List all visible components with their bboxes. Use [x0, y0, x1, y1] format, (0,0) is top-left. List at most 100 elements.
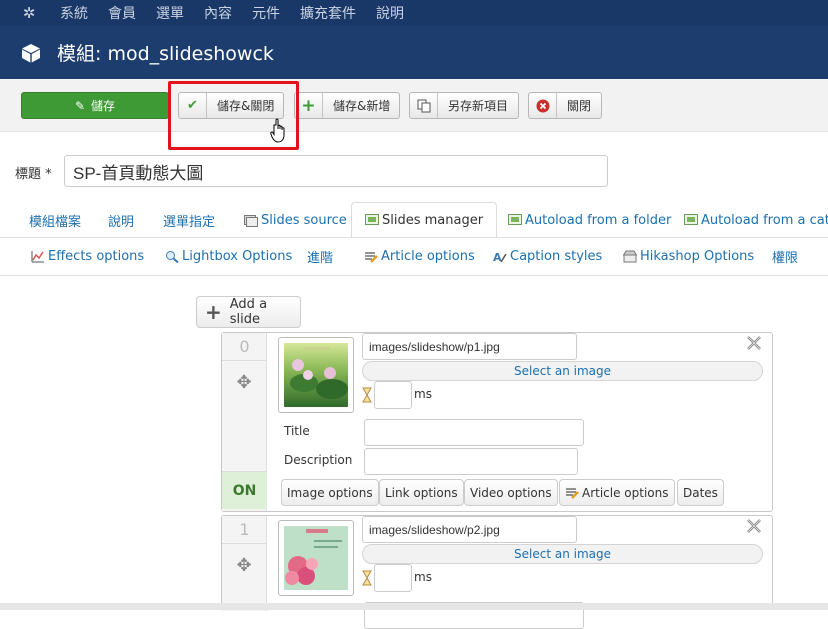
close-button[interactable]: 關閉	[528, 92, 602, 119]
hourglass-icon	[362, 570, 372, 586]
slide-title-label: Title	[284, 424, 310, 438]
plus-icon: +	[295, 93, 323, 118]
ms-label: ms	[414, 570, 432, 584]
close-circle-icon	[529, 93, 557, 118]
top-menu: 系統 會員 選單 內容 元件 擴充套件 說明	[60, 3, 424, 23]
slide-title-input[interactable]	[364, 419, 584, 446]
save-new-button[interactable]: + 儲存&新增	[294, 92, 400, 119]
tab-effects-options-label: Effects options	[48, 248, 145, 264]
image-options-button[interactable]: Image options	[281, 479, 379, 506]
select-image-button[interactable]: Select an image	[362, 361, 763, 381]
close-label: 關閉	[567, 99, 592, 113]
link-options-button[interactable]: Link options	[379, 479, 464, 506]
dates-button[interactable]: Dates	[677, 479, 724, 506]
hand-cursor-icon	[270, 118, 285, 143]
move-handle-icon[interactable]: ✥	[234, 373, 254, 393]
add-slide-label: Add a slide	[229, 297, 268, 327]
tab-hikashop-options-label: Hikashop Options	[640, 248, 755, 264]
slide-description-input[interactable]	[364, 448, 578, 475]
slides-manager-icon	[365, 213, 379, 225]
cube-icon	[22, 43, 40, 62]
tab-article-options[interactable]: Article options	[364, 240, 475, 272]
menu-extensions[interactable]: 擴充套件	[300, 3, 356, 23]
delete-slide-icon[interactable]	[746, 518, 762, 534]
slide-index: 0	[222, 333, 267, 361]
save-button[interactable]: ✎ 儲存	[21, 92, 169, 119]
slide-item: 1 ✥ Select an image ms	[221, 515, 773, 629]
menu-users[interactable]: 會員	[108, 3, 136, 23]
delete-slide-icon[interactable]	[746, 335, 762, 351]
copy-icon	[410, 93, 438, 118]
tab-hikashop-options[interactable]: Hikashop Options	[623, 240, 754, 272]
slide-item: 0 ✥ ON Select an image ms Title Descript…	[221, 332, 773, 512]
tabs-divider	[0, 237, 828, 238]
slides-source-icon	[244, 214, 258, 227]
tabs-row-2: Effects options Lightbox Options 進階 Arti…	[15, 240, 828, 272]
tab-autoload-folder-label: Autoload from a folder	[525, 212, 672, 228]
tab-autoload-category[interactable]: Autoload from a categ	[684, 202, 828, 238]
hourglass-icon	[362, 387, 372, 403]
slide-thumbnail[interactable]	[278, 520, 354, 596]
image-path-input[interactable]	[362, 516, 577, 543]
menu-system[interactable]: 系統	[60, 3, 88, 23]
add-slide-button[interactable]: + Add a slide	[196, 296, 301, 328]
tab-autoload-category-label: Autoload from a categ	[701, 212, 828, 228]
slide-thumbnail[interactable]	[278, 337, 354, 413]
title-input[interactable]	[64, 155, 608, 187]
page-header: 模組: mod_slideshowck	[0, 26, 828, 79]
tab-module-file[interactable]: 模組檔案	[29, 202, 81, 238]
tab-caption-styles[interactable]: A Caption styles	[493, 240, 602, 272]
menu-help[interactable]: 說明	[376, 3, 404, 23]
autoload-folder-icon	[508, 213, 522, 225]
duration-input[interactable]	[374, 564, 412, 592]
tab-caption-styles-label: Caption styles	[510, 248, 603, 264]
duration-input[interactable]	[374, 381, 412, 409]
tab-permissions[interactable]: 權限	[772, 240, 798, 272]
tab-lightbox-options-label: Lightbox Options	[182, 248, 293, 264]
plus-icon: +	[205, 300, 222, 324]
article-icon	[365, 251, 378, 263]
slide-status-toggle[interactable]: ON	[222, 471, 267, 509]
tab-slides-source-label: Slides source	[261, 212, 347, 228]
tabs-divider-2	[0, 275, 828, 276]
tabs-row-1: 模組檔案 說明 選單指定 Slides source Slides manage…	[15, 202, 828, 238]
tab-slides-source[interactable]: Slides source	[244, 202, 347, 238]
select-image-button[interactable]: Select an image	[362, 544, 763, 564]
joomla-logo-icon[interactable]: ✲	[20, 4, 38, 22]
save-copy-button[interactable]: 另存新項目	[409, 92, 519, 119]
page-title: 模組: mod_slideshowck	[57, 43, 274, 65]
tab-autoload-folder[interactable]: Autoload from a folder	[508, 202, 671, 238]
tab-advanced[interactable]: 進階	[307, 240, 333, 272]
article-options-label: Article options	[582, 485, 669, 500]
slide-image-flowers	[284, 526, 348, 590]
menu-content[interactable]: 內容	[204, 3, 232, 23]
slide-image-lotus	[284, 343, 348, 407]
required-star: *	[45, 167, 52, 182]
save-copy-label: 另存新項目	[448, 99, 509, 113]
top-navbar: ✲ 系統 會員 選單 內容 元件 擴充套件 說明	[0, 0, 828, 26]
tab-slides-manager-label: Slides manager	[382, 212, 484, 228]
save-label: 儲存	[91, 99, 116, 113]
image-path-input[interactable]	[362, 333, 577, 360]
caption-styles-icon: A	[493, 251, 507, 263]
menu-menus[interactable]: 選單	[156, 3, 184, 23]
menu-components[interactable]: 元件	[252, 3, 280, 23]
autoload-category-icon	[684, 213, 698, 225]
save-new-label: 儲存&新增	[333, 99, 391, 113]
edit-icon: ✎	[74, 98, 86, 113]
move-handle-icon[interactable]: ✥	[234, 556, 254, 576]
tab-effects-options[interactable]: Effects options	[31, 240, 144, 272]
tab-description[interactable]: 說明	[108, 202, 134, 238]
tab-slides-manager[interactable]: Slides manager	[351, 202, 498, 238]
title-label: 標題 *	[15, 163, 52, 182]
slide-index: 1	[222, 516, 267, 544]
effects-icon	[31, 250, 44, 262]
tab-menu-assignment[interactable]: 選單指定	[163, 202, 215, 238]
article-options-button[interactable]: Article options	[559, 479, 675, 506]
tab-lightbox-options[interactable]: Lightbox Options	[165, 240, 292, 272]
lightbox-icon	[166, 250, 179, 263]
ms-label: ms	[414, 387, 432, 401]
bottom-scrollbar[interactable]	[0, 603, 828, 610]
video-options-button[interactable]: Video options	[464, 479, 558, 506]
hikashop-icon	[623, 250, 637, 262]
